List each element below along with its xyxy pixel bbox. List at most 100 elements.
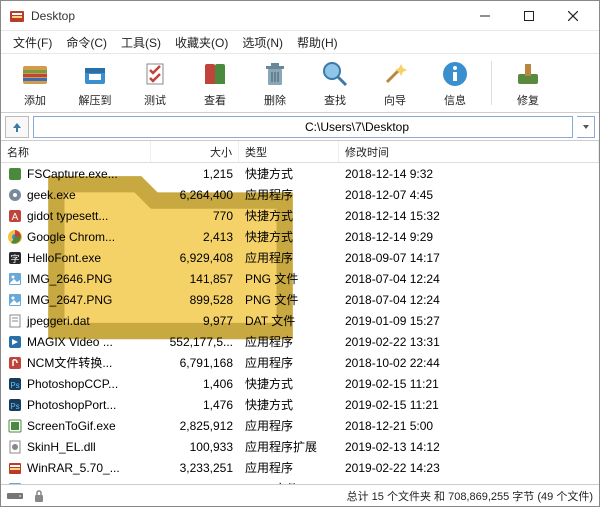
column-headers: 名称 大小 类型 修改时间 [1, 141, 599, 163]
file-date: 2018-10-02 22:44 [339, 356, 599, 370]
file-row[interactable]: ScreenToGif.exe2,825,912应用程序2018-12-21 5… [1, 415, 599, 436]
file-date: 2018-12-14 9:29 [339, 230, 599, 244]
file-name: jpeggeri.dat [27, 314, 90, 328]
view-label: 查看 [204, 92, 226, 108]
maximize-button[interactable] [507, 2, 551, 30]
file-date: 2018-12-21 5:00 [339, 419, 599, 433]
file-row[interactable]: IMG_2646.PNG141,857PNG 文件2018-07-04 12:2… [1, 268, 599, 289]
window-title: Desktop [31, 9, 463, 23]
window-controls [463, 2, 595, 30]
file-name: IMG_2646.PNG [27, 272, 112, 286]
status-drive-icon [7, 490, 25, 502]
file-row[interactable]: IMG_2647.PNG899,528PNG 文件2018-07-04 12:2… [1, 289, 599, 310]
file-type: 快捷方式 [239, 207, 339, 224]
file-size: 3,233,251 [151, 461, 239, 475]
header-date[interactable]: 修改时间 [339, 141, 599, 162]
menu-favorites[interactable]: 收藏夹(O) [169, 32, 234, 53]
file-name: ScreenToGif.exe [27, 419, 116, 433]
wizard-label: 向导 [384, 92, 406, 108]
file-size: 2,825,912 [151, 419, 239, 433]
repair-button[interactable]: 修复 [500, 56, 556, 110]
menu-file[interactable]: 文件(F) [7, 32, 58, 53]
file-row[interactable]: Google Chrom...2,413快捷方式2018-12-14 9:29 [1, 226, 599, 247]
extract-button[interactable]: 解压到 [67, 56, 123, 110]
file-icon [7, 271, 23, 287]
info-label: 信息 [444, 92, 466, 108]
file-name: NCM文件转换... [27, 354, 112, 371]
delete-icon [259, 58, 291, 90]
file-date: 2018-12-14 15:32 [339, 209, 599, 223]
file-list[interactable]: FSCapture.exe...1,215快捷方式2018-12-14 9:32… [1, 163, 599, 484]
minimize-button[interactable] [463, 2, 507, 30]
close-button[interactable] [551, 2, 595, 30]
header-type[interactable]: 类型 [239, 141, 339, 162]
status-text: 总计 15 个文件夹 和 708,869,255 字节 (49 个文件) [53, 488, 593, 504]
app-icon [9, 8, 25, 24]
view-icon [199, 58, 231, 90]
file-row[interactable]: WinRAR_5.70_...3,233,251应用程序2019-02-22 1… [1, 457, 599, 478]
file-row[interactable]: FSCapture.exe...1,215快捷方式2018-12-14 9:32 [1, 163, 599, 184]
file-size: 6,791,168 [151, 356, 239, 370]
toolbar-separator [491, 61, 492, 105]
test-icon [139, 58, 171, 90]
file-date: 2019-02-13 14:12 [339, 440, 599, 454]
file-row[interactable]: geek.exe6,264,400应用程序2018-12-07 4:45 [1, 184, 599, 205]
file-icon [7, 439, 23, 455]
view-button[interactable]: 查看 [187, 56, 243, 110]
menu-options[interactable]: 选项(N) [236, 32, 289, 53]
address-bar: C:\Users\7\Desktop [1, 113, 599, 141]
file-row[interactable]: SkinH_EL.dll100,933应用程序扩展2019-02-13 14:1… [1, 436, 599, 457]
wizard-icon [379, 58, 411, 90]
file-name: IMG_2647.PNG [27, 293, 112, 307]
file-row[interactable]: NCM文件转换...6,791,168应用程序2018-10-02 22:44 [1, 352, 599, 373]
status-lock-icon [33, 489, 45, 503]
find-button[interactable]: 查找 [307, 56, 363, 110]
title-bar: Desktop [1, 1, 599, 31]
file-type: 应用程序扩展 [239, 438, 339, 455]
svg-text:Ps: Ps [10, 402, 19, 411]
file-row[interactable]: jpeggeri.dat9,977DAT 文件2019-01-09 15:27 [1, 310, 599, 331]
file-icon [7, 313, 23, 329]
header-size[interactable]: 大小 [151, 141, 239, 162]
menu-tools[interactable]: 工具(S) [115, 32, 167, 53]
svg-text:A: A [12, 212, 19, 223]
file-icon: 字 [7, 250, 23, 266]
wizard-button[interactable]: 向导 [367, 56, 423, 110]
add-button[interactable]: 添加 [7, 56, 63, 110]
file-row[interactable]: PsPhotoshopCCP...1,406快捷方式2019-02-15 11:… [1, 373, 599, 394]
file-date: 2019-02-15 11:21 [339, 377, 599, 391]
file-name: gidot typesett... [27, 209, 108, 223]
extract-label: 解压到 [79, 92, 112, 108]
file-size: 770 [151, 209, 239, 223]
file-type: PNG 文件 [239, 291, 339, 308]
menu-commands[interactable]: 命令(C) [60, 32, 113, 53]
file-row[interactable]: MAGIX Video ...552,177,5...应用程序2019-02-2… [1, 331, 599, 352]
menu-help[interactable]: 帮助(H) [291, 32, 344, 53]
delete-button[interactable]: 删除 [247, 56, 303, 110]
file-type: 快捷方式 [239, 228, 339, 245]
file-type: 快捷方式 [239, 165, 339, 182]
file-date: 2019-02-22 13:31 [339, 335, 599, 349]
add-label: 添加 [24, 92, 46, 108]
file-size: 899,528 [151, 293, 239, 307]
info-button[interactable]: 信息 [427, 56, 483, 110]
extract-icon [79, 58, 111, 90]
address-dropdown[interactable] [577, 116, 595, 138]
address-input[interactable]: C:\Users\7\Desktop [33, 116, 573, 138]
file-name: PhotoshopCCP... [27, 377, 118, 391]
test-button[interactable]: 测试 [127, 56, 183, 110]
find-label: 查找 [324, 92, 346, 108]
file-name: MAGIX Video ... [27, 335, 113, 349]
file-icon [7, 229, 23, 245]
file-date: 2018-07-04 12:24 [339, 272, 599, 286]
file-date: 2019-01-09 15:27 [339, 314, 599, 328]
repair-label: 修复 [517, 92, 539, 108]
file-row[interactable]: PsPhotoshopPort...1,476快捷方式2019-02-15 11… [1, 394, 599, 415]
svg-text:字: 字 [10, 253, 19, 264]
file-size: 100,933 [151, 440, 239, 454]
file-row[interactable]: Agidot typesett... 770快捷方式2018-12-14 15:3… [1, 205, 599, 226]
file-row[interactable]: 字HelloFont.exe6,929,408应用程序2018-09-07 14… [1, 247, 599, 268]
up-button[interactable] [5, 116, 29, 138]
file-icon: Ps [7, 376, 23, 392]
header-name[interactable]: 名称 [1, 141, 151, 162]
